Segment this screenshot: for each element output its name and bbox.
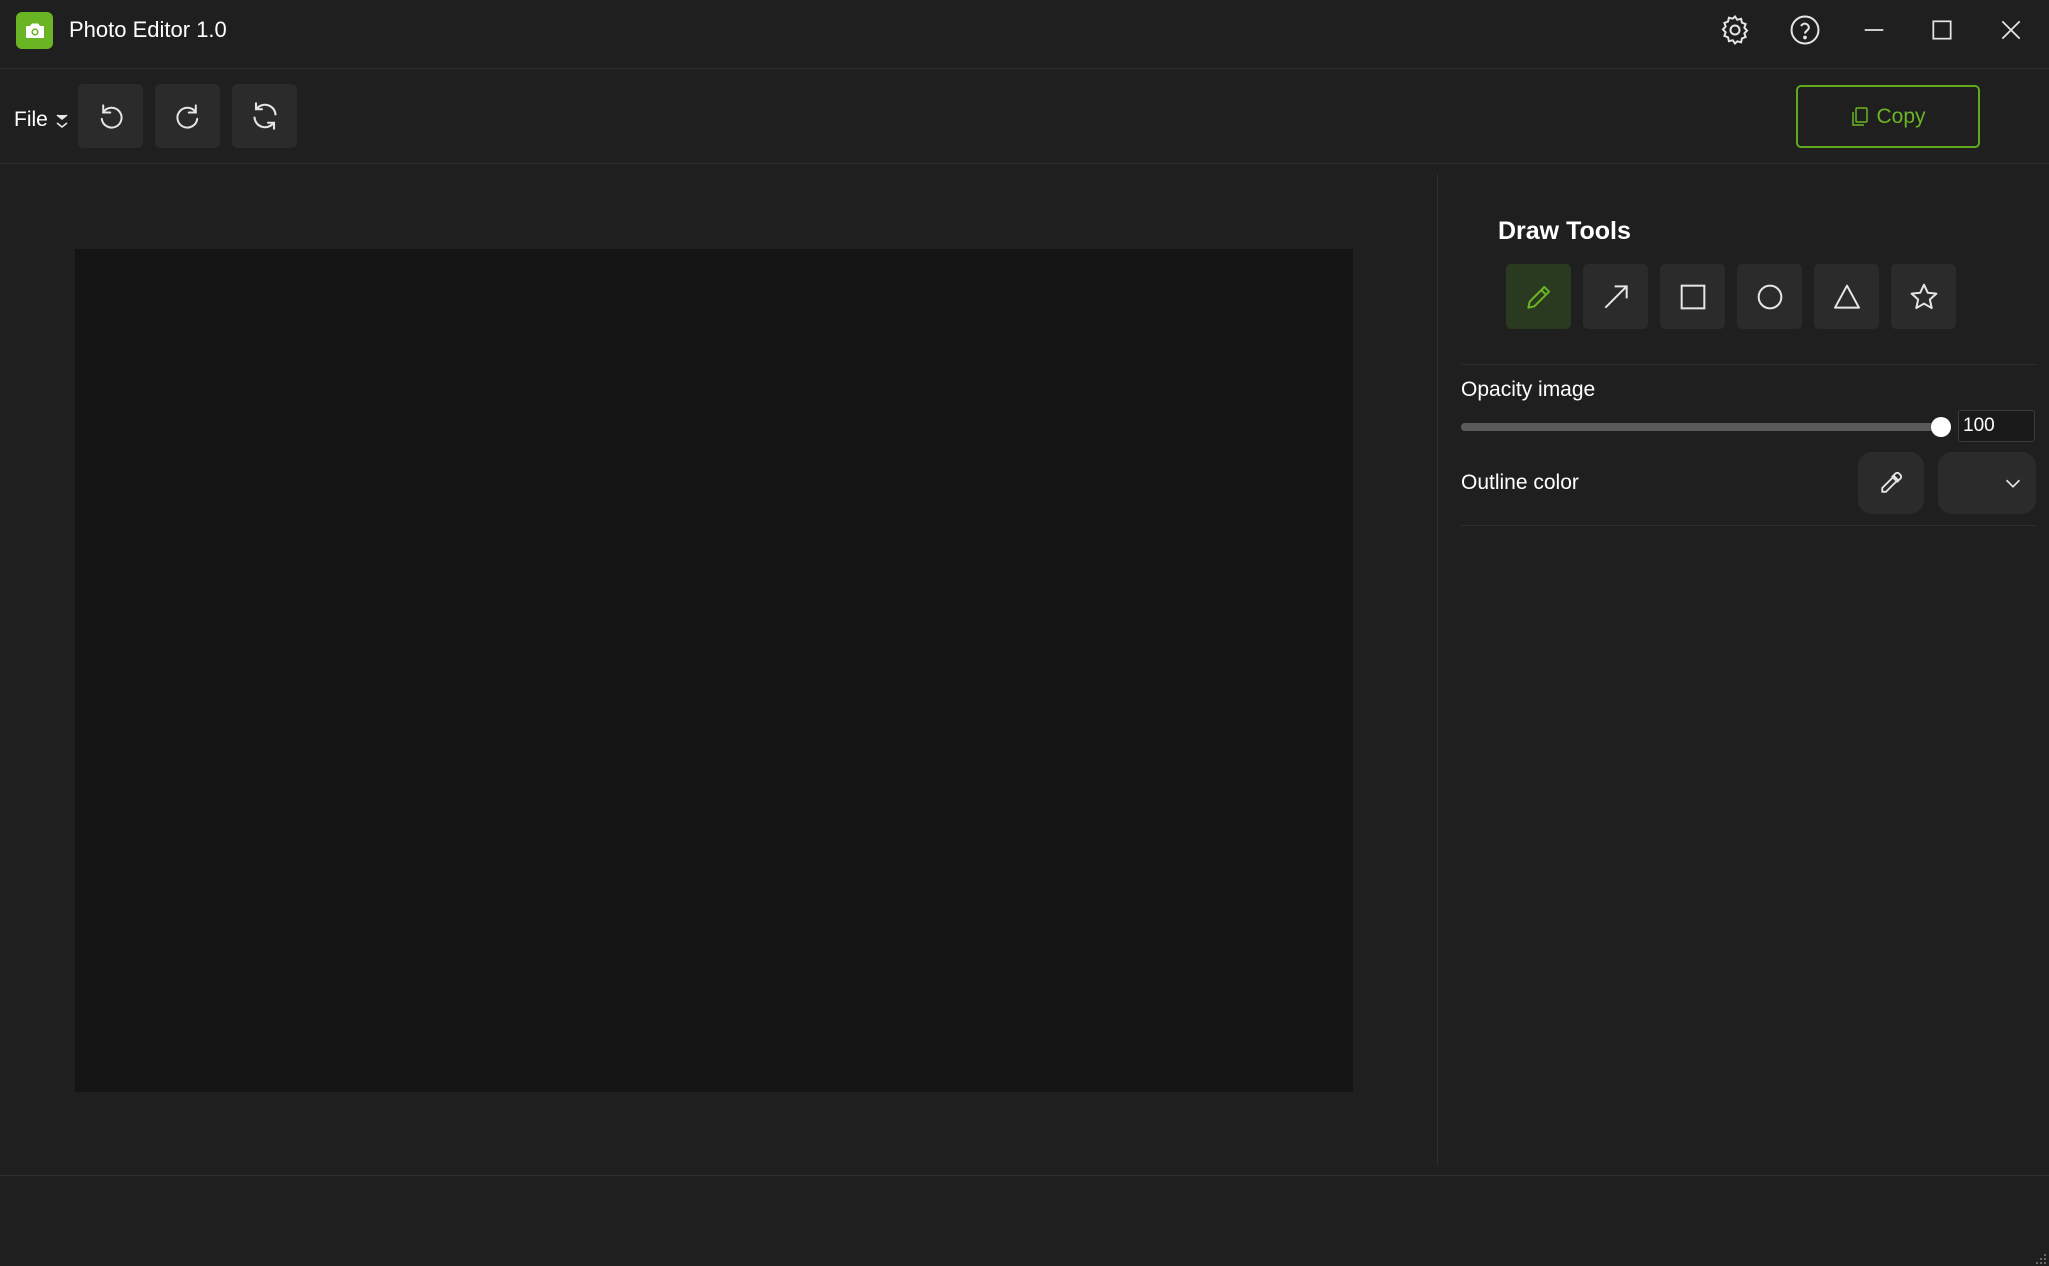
undo-icon xyxy=(94,99,128,133)
redo-button[interactable] xyxy=(155,84,220,148)
rectangle-icon xyxy=(1677,281,1709,313)
outline-color-dropdown[interactable] xyxy=(1938,452,2036,514)
opacity-slider[interactable] xyxy=(1461,417,1951,437)
settings-icon[interactable] xyxy=(1711,10,1759,50)
refresh-icon xyxy=(247,98,283,134)
tool-arrow[interactable] xyxy=(1583,264,1648,329)
triangle-icon xyxy=(1831,281,1863,313)
copy-label: Copy xyxy=(1876,104,1926,128)
undo-button[interactable] xyxy=(78,84,143,148)
file-menu[interactable]: File xyxy=(14,104,70,136)
pencil-icon xyxy=(1523,281,1555,313)
toolbar: File Copy xyxy=(0,70,2049,164)
panel-separator xyxy=(1461,364,2036,365)
circle-icon xyxy=(1754,281,1786,313)
minimize-icon[interactable] xyxy=(1850,10,1898,50)
help-icon[interactable] xyxy=(1781,10,1829,50)
maximize-icon[interactable] xyxy=(1918,10,1966,50)
photo-editor-window: Photo Editor 1.0 File Copy Draw Tools Op… xyxy=(0,0,2049,1266)
tool-star[interactable] xyxy=(1891,264,1956,329)
tool-triangle[interactable] xyxy=(1814,264,1879,329)
chevron-down-icon xyxy=(2002,472,2024,494)
tool-rectangle[interactable] xyxy=(1660,264,1725,329)
camera-icon xyxy=(16,12,53,49)
tool-pencil[interactable] xyxy=(1506,264,1571,329)
chevron-down-icon xyxy=(54,109,70,131)
close-icon[interactable] xyxy=(1987,10,2035,50)
redo-icon xyxy=(171,99,205,133)
opacity-slider-thumb[interactable] xyxy=(1931,417,1951,437)
opacity-slider-fill xyxy=(1461,423,1941,431)
opacity-label: Opacity image xyxy=(1461,378,1596,401)
app-title: Photo Editor 1.0 xyxy=(69,17,227,42)
star-icon xyxy=(1908,281,1940,313)
canvas-area xyxy=(0,165,1437,1175)
tool-circle[interactable] xyxy=(1737,264,1802,329)
copy-button[interactable]: Copy xyxy=(1796,85,1980,148)
eyedropper-icon xyxy=(1876,468,1906,498)
image-canvas[interactable] xyxy=(75,249,1353,1092)
title-bar: Photo Editor 1.0 xyxy=(0,0,2049,69)
opacity-value-input[interactable] xyxy=(1958,410,2035,442)
panel-separator xyxy=(1461,525,2036,526)
copy-icon xyxy=(1850,106,1870,128)
panel-title: Draw Tools xyxy=(1498,217,1631,245)
outline-color-label: Outline color xyxy=(1461,471,1579,494)
refresh-button[interactable] xyxy=(232,84,297,148)
resize-grip-icon[interactable] xyxy=(2035,1252,2047,1264)
status-bar xyxy=(0,1175,2049,1266)
draw-tools-panel: Draw Tools Opacity image 100 Outline col… xyxy=(1438,165,2049,1175)
arrow-icon xyxy=(1600,281,1632,313)
file-menu-label: File xyxy=(14,108,48,131)
eyedropper-button[interactable] xyxy=(1858,452,1924,514)
